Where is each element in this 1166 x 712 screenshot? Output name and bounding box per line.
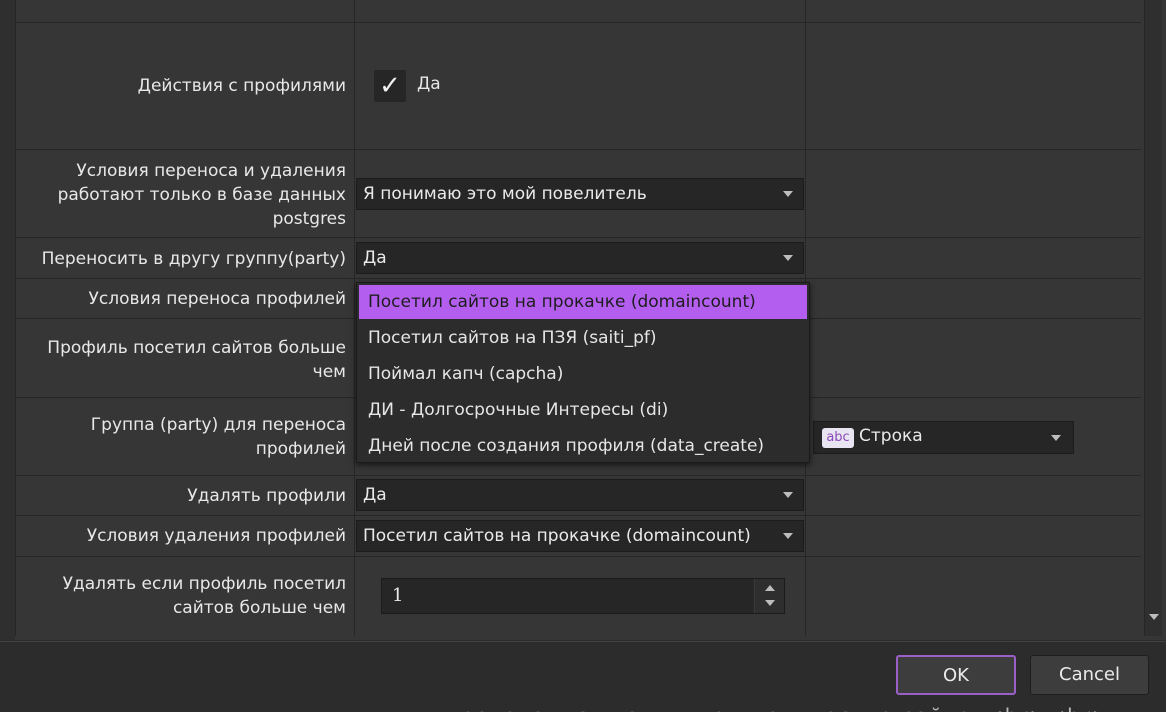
dropdown-option[interactable]: ДИ - Долгосрочные Интересы (di) <box>359 393 807 427</box>
dropdown-option[interactable]: Посетил сайтов на ПЗЯ (saiti_pf) <box>359 321 807 355</box>
combo-value: Да <box>363 248 387 268</box>
label-move-to-group: Переносить в другу группу(party) <box>41 249 346 269</box>
value-type-combo[interactable]: abc Строка <box>813 421 1074 454</box>
dropdown-option[interactable]: Посетил сайтов на прокачке (domaincount) <box>359 285 807 319</box>
label-delete-conditions: Условия удаления профилей <box>86 526 346 546</box>
postgres-confirm-combo[interactable]: Я понимаю это мой повелитель <box>356 178 804 210</box>
spin-down-icon[interactable] <box>765 600 775 606</box>
dropdown-option[interactable]: Дней после создания профиля (data_create… <box>359 429 807 463</box>
row-separator <box>15 149 1141 150</box>
ok-button[interactable]: OK <box>896 655 1016 695</box>
chevron-down-icon <box>783 533 793 539</box>
row-separator <box>15 515 1141 516</box>
row-separator <box>15 22 1141 23</box>
string-type-icon: abc <box>822 428 854 448</box>
spin-up-icon[interactable] <box>765 585 775 591</box>
background-editor-text: прокачались на нужном количестве сайтов<… <box>446 704 1111 712</box>
dropdown-option[interactable]: Поймал капч (capcha) <box>359 357 807 391</box>
label-delete-profiles: Удалять профили <box>187 486 346 506</box>
spinbox-value: 1 <box>392 585 404 606</box>
chevron-down-icon <box>783 255 793 261</box>
checkbox-label: Да <box>417 74 441 94</box>
label-profile-actions: Действия с профилями <box>137 76 346 96</box>
chevron-down-icon <box>783 492 793 498</box>
visited-count-spinbox[interactable]: 1 <box>381 578 785 614</box>
row-separator <box>15 237 1141 238</box>
grid-left-margin <box>0 0 15 640</box>
scroll-down-icon[interactable] <box>1149 614 1159 620</box>
dialog-footer: прокачались на нужном количестве сайтов<… <box>0 641 1166 712</box>
label-target-group: Группа (party) для переноса профилей <box>90 415 346 459</box>
label-move-conditions: Условия переноса профилей <box>88 289 346 309</box>
label-visited-more-than: Профиль посетил сайтов больше чем <box>47 338 346 382</box>
profile-actions-checkbox[interactable]: ✓ <box>374 70 406 102</box>
combo-value: Да <box>363 485 387 505</box>
row-separator <box>15 475 1141 476</box>
type-label: Строка <box>859 426 923 446</box>
spinbox-buttons <box>754 579 784 613</box>
vertical-scrollbar[interactable] <box>1144 0 1162 636</box>
combo-value: Посетил сайтов на прокачке (domaincount) <box>363 526 751 546</box>
check-icon: ✓ <box>379 71 401 101</box>
row-separator <box>15 278 1141 279</box>
chevron-down-icon <box>783 191 793 197</box>
delete-conditions-combo[interactable]: Посетил сайтов на прокачке (domaincount) <box>356 520 804 552</box>
label-delete-if-visited: Удалять если профиль посетил сайтов боль… <box>62 574 346 618</box>
move-conditions-dropdown: Посетил сайтов на прокачке (domaincount)… <box>356 282 810 463</box>
chevron-down-icon <box>1051 435 1061 441</box>
move-to-group-combo[interactable]: Да <box>356 242 804 274</box>
combo-value: Я понимаю это мой повелитель <box>363 184 647 204</box>
delete-profiles-combo[interactable]: Да <box>356 479 804 511</box>
row-separator <box>15 556 1141 557</box>
label-postgres-warning: Условия переноса и удаления работают тол… <box>57 161 346 229</box>
cancel-button[interactable]: Cancel <box>1030 655 1149 695</box>
